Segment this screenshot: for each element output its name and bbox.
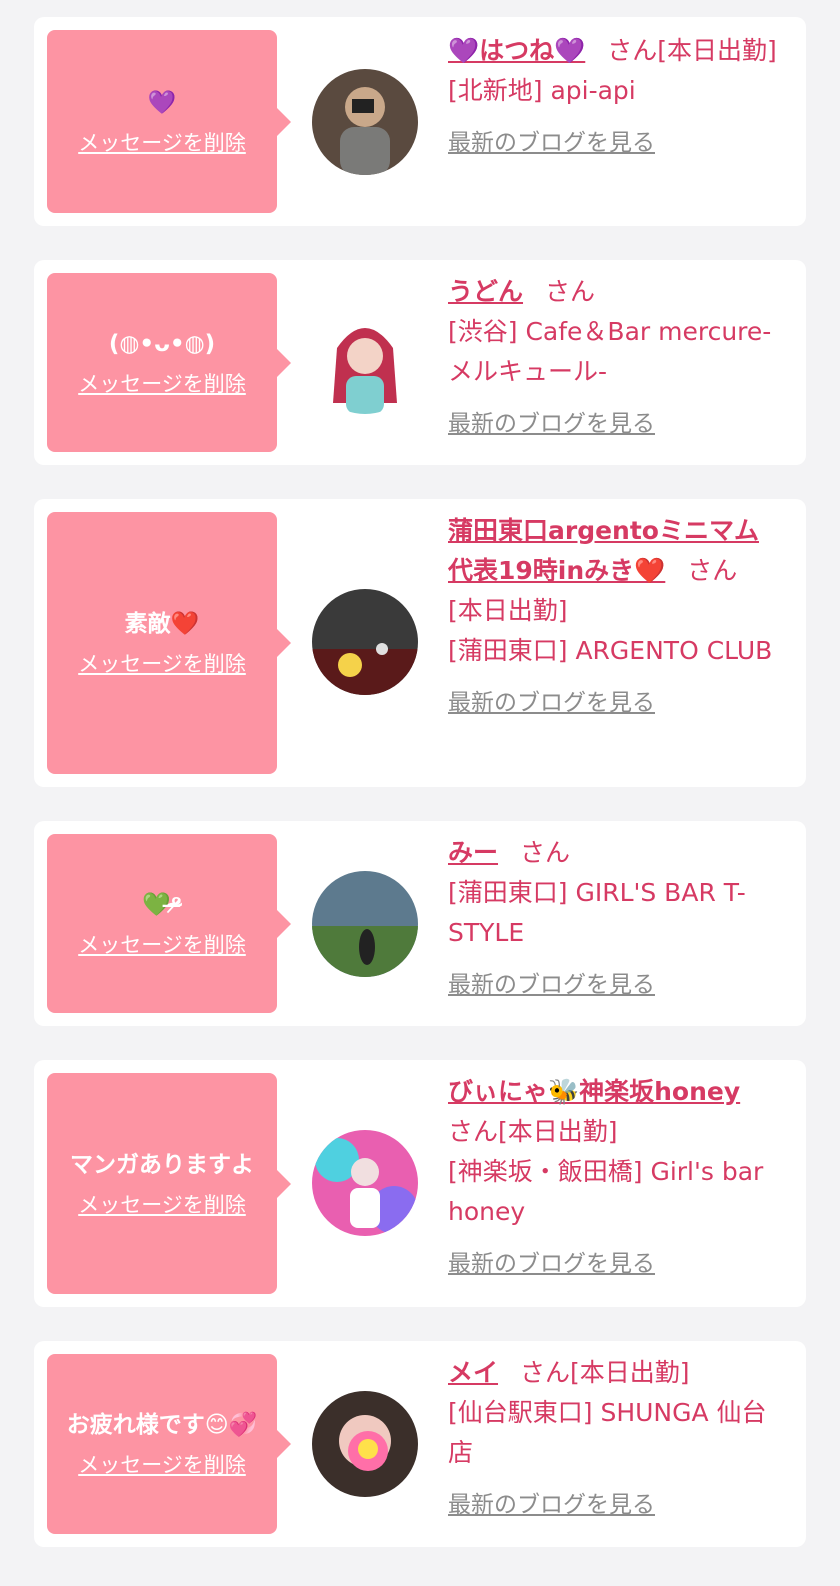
shop-info: [北新地] api-api <box>448 76 636 105</box>
message-card: 💚ᵒ̴̶̷ メッセージを削除 みー さん [蒲田東口] GIRL'S BAR T-… <box>34 821 806 1026</box>
delete-message-link[interactable]: メッセージを削除 <box>78 929 246 959</box>
shop-info: [神楽坂・飯田橋] Girl's bar honey <box>448 1157 764 1226</box>
cast-info: みー さん [蒲田東口] GIRL'S BAR T-STYLE 最新のブログを見る <box>448 833 778 1005</box>
avatar[interactable] <box>312 69 418 175</box>
message-list: 💜 メッセージを削除 💜はつね💜 さん[本日出勤] [北新地] api-api 最… <box>0 0 840 1586</box>
cast-info: 💜はつね💜 さん[本日出勤] [北新地] api-api 最新のブログを見る <box>448 31 778 163</box>
shop-info: [蒲田東口] GIRL'S BAR T-STYLE <box>448 878 746 947</box>
avatar-photo-icon <box>312 69 418 175</box>
avatar[interactable] <box>312 589 418 695</box>
cast-info: びぃにゃ🐝神楽坂honey さん[本日出勤] [神楽坂・飯田橋] Girl's … <box>448 1072 778 1284</box>
shop-info: [蒲田東口] ARGENTO CLUB <box>448 636 773 665</box>
delete-message-link[interactable]: メッセージを削除 <box>78 368 246 398</box>
work-status: [本日出勤] <box>657 36 777 65</box>
shop-info: [渋谷] Cafe＆Bar mercure-メルキュール- <box>448 317 772 386</box>
avatar-photo-icon <box>312 871 418 977</box>
message-bubble: 素敵❤️ メッセージを削除 <box>47 512 291 774</box>
message-bubble: (◍•ᴗ•◍) メッセージを削除 <box>47 273 291 452</box>
honorific: さん <box>520 838 571 867</box>
work-status: [本日出勤] <box>448 596 568 625</box>
cast-info: 蒲田東口argentoミニマム代表19時inみき❤️ さん [本日出勤] [蒲田東… <box>448 511 778 723</box>
cast-info: うどん さん [渋谷] Cafe＆Bar mercure-メルキュール- 最新のブ… <box>448 272 778 444</box>
message-bubble: 💜 メッセージを削除 <box>47 30 291 213</box>
honorific: さん <box>687 556 738 585</box>
message-text: (◍•ᴗ•◍) <box>108 330 216 357</box>
message-text: 💜 <box>147 89 177 116</box>
message-card: (◍•ᴗ•◍) メッセージを削除 うどん さん [渋谷] Cafe＆Bar mer… <box>34 260 806 465</box>
message-text: 素敵❤️ <box>124 611 200 637</box>
avatar[interactable] <box>312 1130 418 1236</box>
avatar-photo-icon <box>312 1130 418 1236</box>
message-text: マンガありますよ <box>70 1151 254 1178</box>
avatar-photo-icon <box>312 589 418 695</box>
message-card: お疲れ様です😊💞 メッセージを削除 メイ さん[本日出勤] [仙台駅東口] SHU… <box>34 1341 806 1547</box>
delete-message-link[interactable]: メッセージを削除 <box>78 127 246 157</box>
cast-name-link[interactable]: びぃにゃ🐝神楽坂honey <box>448 1077 740 1106</box>
honorific: さん <box>607 36 658 65</box>
honorific: さん <box>520 1358 571 1387</box>
message-text: お疲れ様です😊💞 <box>66 1412 258 1438</box>
latest-blog-link[interactable]: 最新のブログを見る <box>448 404 655 444</box>
shop-info: [仙台駅東口] SHUNGA 仙台店 <box>448 1398 767 1467</box>
latest-blog-link[interactable]: 最新のブログを見る <box>448 683 655 723</box>
message-bubble: 💚ᵒ̴̶̷ メッセージを削除 <box>47 834 291 1013</box>
avatar[interactable] <box>312 1391 418 1497</box>
latest-blog-link[interactable]: 最新のブログを見る <box>448 1244 655 1284</box>
delete-message-link[interactable]: メッセージを削除 <box>78 1449 246 1479</box>
avatar-photo-icon <box>312 308 418 414</box>
avatar[interactable] <box>312 308 418 414</box>
work-status: [本日出勤] <box>570 1358 690 1387</box>
honorific: さん <box>448 1117 499 1146</box>
honorific: さん <box>545 277 596 306</box>
message-text: 💚ᵒ̴̶̷ <box>142 891 182 918</box>
message-card: 💜 メッセージを削除 💜はつね💜 さん[本日出勤] [北新地] api-api 最… <box>34 17 806 226</box>
cast-info: メイ さん[本日出勤] [仙台駅東口] SHUNGA 仙台店 最新のブログを見る <box>448 1353 778 1525</box>
latest-blog-link[interactable]: 最新のブログを見る <box>448 123 655 163</box>
message-card: マンガありますよ メッセージを削除 びぃにゃ🐝神楽坂honey さん[本日出勤]… <box>34 1060 806 1307</box>
cast-name-link[interactable]: みー <box>448 838 498 867</box>
latest-blog-link[interactable]: 最新のブログを見る <box>448 965 655 1005</box>
message-bubble: マンガありますよ メッセージを削除 <box>47 1073 291 1294</box>
work-status: [本日出勤] <box>498 1117 618 1146</box>
message-card: 素敵❤️ メッセージを削除 蒲田東口argentoミニマム代表19時inみき❤️… <box>34 499 806 787</box>
delete-message-link[interactable]: メッセージを削除 <box>78 648 246 678</box>
cast-name-link[interactable]: メイ <box>448 1358 498 1387</box>
latest-blog-link[interactable]: 最新のブログを見る <box>448 1485 655 1525</box>
cast-name-link[interactable]: 💜はつね💜 <box>448 36 585 65</box>
delete-message-link[interactable]: メッセージを削除 <box>78 1189 246 1219</box>
cast-name-link[interactable]: うどん <box>448 277 523 306</box>
message-bubble: お疲れ様です😊💞 メッセージを削除 <box>47 1354 291 1534</box>
avatar[interactable] <box>312 871 418 977</box>
avatar-photo-icon <box>312 1391 418 1497</box>
